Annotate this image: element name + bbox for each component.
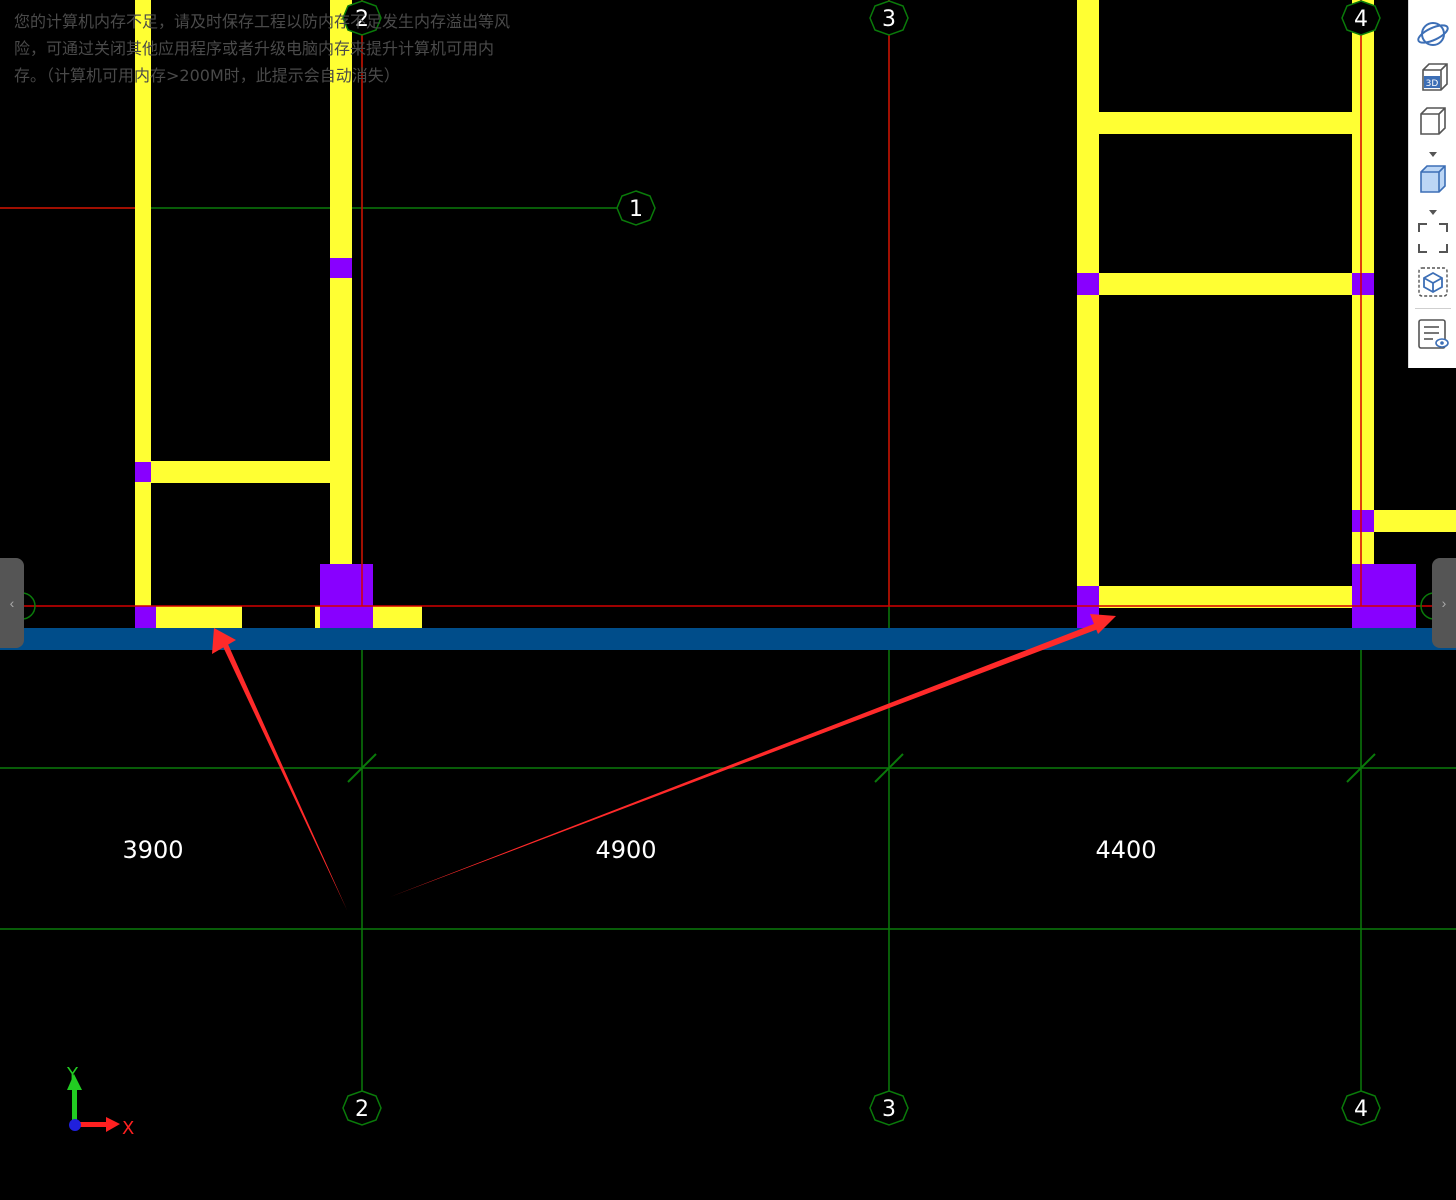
annotation-arrow-shaft (218, 633, 347, 910)
annotation-arrow-shaft (390, 620, 1106, 897)
column (330, 258, 352, 278)
column (1077, 273, 1099, 295)
column (1352, 510, 1374, 532)
left-panel-toggle[interactable]: ‹ (0, 558, 24, 648)
column (320, 564, 373, 628)
dimension-labels: 3900 4900 4400 (122, 836, 1156, 864)
axis-bubble-row[interactable]: 1 (616, 190, 656, 226)
coordinate-axis-indicator: Y X (66, 1064, 134, 1139)
beam (135, 0, 151, 610)
column (135, 606, 156, 628)
chevron-down-icon[interactable] (1427, 204, 1439, 215)
chevron-down-icon[interactable] (1427, 146, 1439, 157)
display-settings-icon[interactable] (1415, 316, 1451, 352)
selected-axis-lines (0, 0, 1456, 607)
drawing-canvas[interactable]: 2 3 4 1 2 3 4 3900 4900 4400 Y X (0, 0, 1456, 1200)
annotation-arrows (212, 614, 1116, 910)
columns[interactable] (135, 258, 1416, 628)
axis-label-bottom-2: 2 (355, 1097, 369, 1122)
dimension-label: 4400 (1095, 836, 1156, 864)
column (135, 462, 151, 482)
axis-label-top-4: 4 (1354, 7, 1368, 32)
origin-dot (69, 1119, 81, 1131)
view-toolbar: 3D (1408, 0, 1456, 368)
axis-bubbles-top[interactable]: 2 3 4 (342, 0, 1381, 36)
x-axis-arrow (76, 1122, 110, 1127)
view-cube-icon[interactable] (1415, 102, 1451, 138)
toolbar-separator (1415, 308, 1451, 309)
beam (156, 606, 242, 628)
x-axis-arrowhead (106, 1117, 120, 1132)
axis-label-bottom-4: 4 (1354, 1097, 1368, 1122)
axis-label-top-2: 2 (355, 7, 369, 32)
beam (1099, 273, 1352, 295)
beam (1099, 112, 1352, 134)
axis-label-bottom-3: 3 (882, 1097, 896, 1122)
axis-label-top-3: 3 (882, 7, 896, 32)
svg-text:3D: 3D (1426, 79, 1439, 89)
fit-extents-icon[interactable] (1415, 220, 1451, 256)
beam (151, 461, 330, 483)
beams-left[interactable] (135, 0, 422, 628)
isolate-icon[interactable] (1415, 264, 1451, 300)
right-panel-toggle[interactable]: › (1432, 558, 1456, 648)
3d-view-icon[interactable]: 3D (1415, 60, 1451, 96)
axis-label-1: 1 (629, 197, 643, 222)
dimension-label: 4900 (595, 836, 656, 864)
orbit-icon[interactable] (1415, 16, 1451, 52)
shaded-cube-icon[interactable] (1415, 160, 1451, 196)
beam (1374, 510, 1456, 532)
y-axis-label: Y (66, 1064, 79, 1085)
dimension-label: 3900 (122, 836, 183, 864)
x-axis-label: X (122, 1118, 134, 1139)
grid-lines (0, 0, 1456, 1093)
beam (330, 0, 352, 568)
beam (1099, 586, 1352, 608)
column (1352, 273, 1374, 295)
beams-right[interactable] (1077, 0, 1456, 608)
axis-bubbles-bottom[interactable]: 2 3 4 (342, 1090, 1381, 1126)
